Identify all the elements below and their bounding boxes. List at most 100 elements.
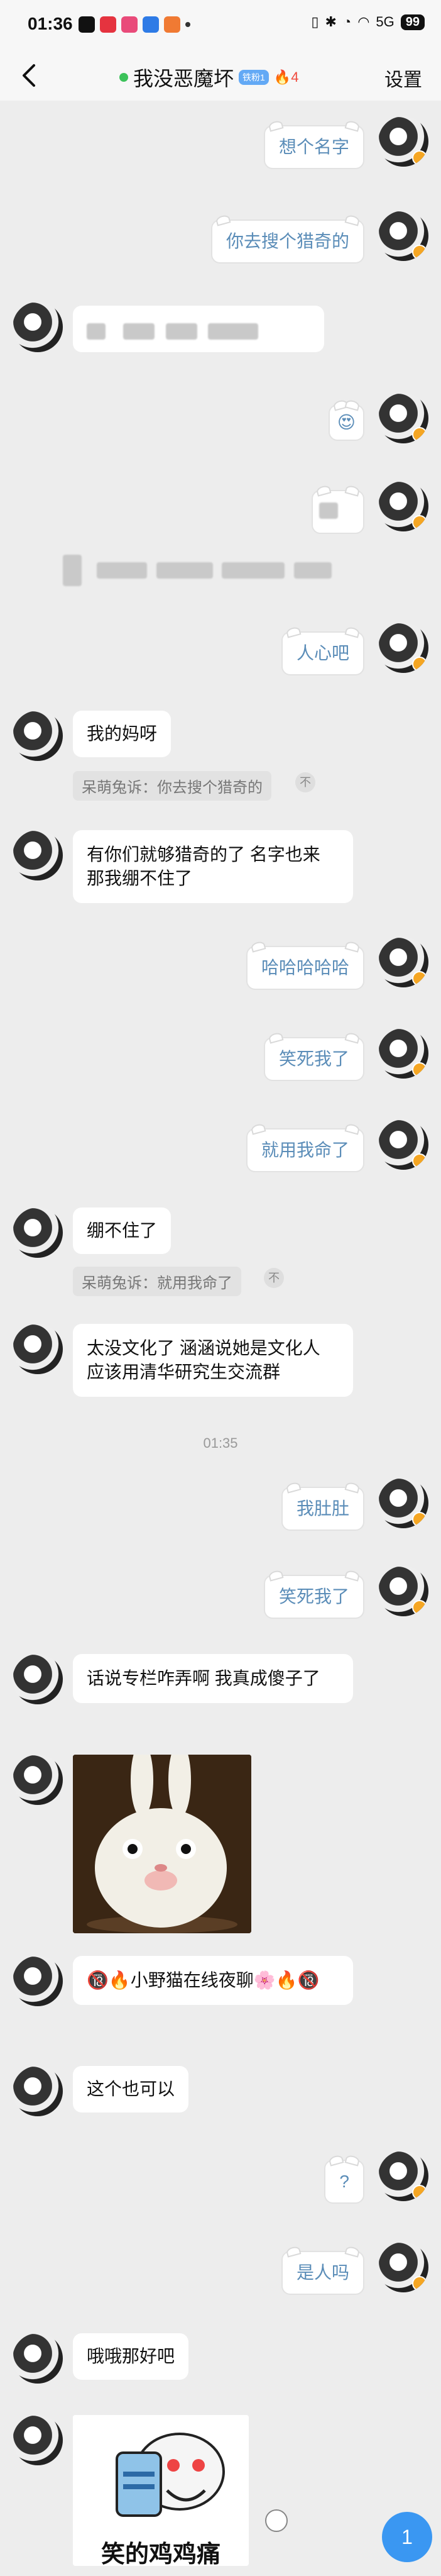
- vip-badge-icon: [412, 2185, 427, 2200]
- message-bubble[interactable]: 想个名字: [263, 125, 364, 169]
- message-bubble-emoji[interactable]: 😍: [328, 404, 364, 441]
- battery-icon: 99: [400, 14, 425, 30]
- avatar[interactable]: [378, 1478, 428, 1528]
- laughing-sticker-icon: [73, 2415, 249, 2534]
- app-icon-orange: [164, 16, 180, 33]
- avatar[interactable]: [13, 1654, 63, 1704]
- redacted-block: [122, 323, 155, 340]
- avatar[interactable]: [378, 623, 428, 673]
- message-bubble[interactable]: 就用我命了: [246, 1128, 364, 1172]
- avatar[interactable]: [378, 481, 428, 531]
- fire-streak-icon: 🔥4: [273, 69, 299, 85]
- vip-badge-icon: [412, 427, 427, 442]
- avatar[interactable]: [13, 1755, 63, 1805]
- status-app-icons: [79, 16, 190, 33]
- app-icon-blue: [143, 16, 159, 33]
- avatar[interactable]: [378, 937, 428, 987]
- avatar[interactable]: [13, 302, 63, 352]
- message-bubble[interactable]: 我肚肚: [281, 1487, 364, 1531]
- message-bubble[interactable]: 哦哦那好吧: [73, 2333, 189, 2380]
- recall-icon[interactable]: [265, 2509, 288, 2532]
- message-bubble[interactable]: 你去搜个猎奇的: [210, 219, 364, 264]
- avatar[interactable]: [13, 1956, 63, 2006]
- quote-close-icon[interactable]: 不: [295, 772, 315, 792]
- system-icons: ▯ ✱ ◔ ◠ 5G 99: [311, 14, 425, 30]
- vip-badge-icon: [412, 657, 427, 672]
- status-bar: 01:36 ▯ ✱ ◔ ◠ 5G 99: [0, 0, 441, 50]
- quote-close-icon[interactable]: 不: [264, 1268, 284, 1288]
- dot-icon: [185, 22, 190, 27]
- app-icon-red: [100, 16, 116, 33]
- redacted-block: [156, 562, 213, 579]
- sticker-caption: 笑的鸡鸡痛: [101, 2541, 220, 2566]
- message-bubble[interactable]: 绷不住了: [73, 1208, 172, 1254]
- message-bubble[interactable]: 哈哈哈哈哈: [246, 946, 364, 990]
- message-bubble[interactable]: 笑死我了: [263, 1575, 364, 1619]
- avatar[interactable]: [378, 1028, 428, 1079]
- message-redacted-wide[interactable]: [63, 555, 371, 592]
- sticker-image[interactable]: 笑的鸡鸡痛: [73, 2415, 249, 2566]
- unread-count-button[interactable]: 1: [382, 2512, 432, 2562]
- message-bubble[interactable]: 是人吗: [281, 2251, 364, 2295]
- avatar[interactable]: [378, 116, 428, 167]
- message-bubble[interactable]: 笑死我了: [263, 1037, 364, 1081]
- avatar[interactable]: [13, 830, 63, 880]
- avatar[interactable]: [378, 2151, 428, 2201]
- vip-badge-icon: [412, 1153, 427, 1169]
- vibrate-icon: ▯: [311, 14, 319, 30]
- chat-title-group[interactable]: 我没恶魔坏 铁粉1 🔥4: [119, 63, 298, 92]
- avatar[interactable]: [378, 393, 428, 443]
- app-icon-pink: [121, 16, 138, 33]
- vip-badge-icon: [412, 2276, 427, 2291]
- avatar[interactable]: [378, 1119, 428, 1170]
- avatar[interactable]: [378, 211, 428, 261]
- vip-badge-icon: [412, 1062, 427, 1077]
- redacted-block: [293, 562, 332, 579]
- message-bubble[interactable]: 话说专栏咋弄啊 我真成傻子了: [73, 1654, 353, 1703]
- avatar[interactable]: [13, 2066, 63, 2116]
- vip-badge-icon: [412, 1600, 427, 1615]
- wifi-icon: ◠: [357, 14, 370, 30]
- vip-badge-icon: [412, 1512, 427, 1527]
- message-bubble[interactable]: 太没文化了 涵涵说她是文化人 应该用清华研究生交流群: [73, 1324, 353, 1397]
- message-bubble[interactable]: 🔞🔥小野猫在线夜聊🌸🔥🔞: [73, 1956, 353, 2005]
- avatar[interactable]: [378, 2242, 428, 2292]
- avatar[interactable]: [13, 2333, 63, 2384]
- vip-badge-icon: [412, 150, 427, 165]
- bluetooth-icon: ✱: [325, 14, 337, 30]
- message-bubble[interactable]: ?: [324, 2160, 364, 2204]
- avatar[interactable]: [13, 1208, 63, 1258]
- chat-title: 我没恶魔坏: [133, 67, 234, 90]
- redacted-block: [87, 323, 106, 340]
- timestamp: 01:35: [203, 1435, 238, 1451]
- alarm-icon: ◔: [342, 14, 352, 30]
- fan-level-badge: 铁粉1: [239, 70, 269, 85]
- quoted-reply[interactable]: 呆萌兔诉：你去搜个猎奇的: [73, 771, 271, 801]
- back-arrow-icon[interactable]: [16, 62, 41, 89]
- vip-badge-icon: [412, 971, 427, 986]
- redacted-block: [63, 555, 82, 586]
- message-bubble[interactable]: 我的妈呀: [73, 711, 172, 757]
- redacted-block: [222, 562, 285, 579]
- message-bubble[interactable]: 这个也可以: [73, 2066, 189, 2112]
- message-bubble[interactable]: 人心吧: [281, 631, 364, 675]
- avatar[interactable]: [378, 1566, 428, 1616]
- redacted-block: [97, 562, 148, 579]
- quoted-reply[interactable]: 呆萌兔诉：就用我命了: [73, 1267, 241, 1296]
- avatar[interactable]: [13, 1324, 63, 1374]
- chat-header: 我没恶魔坏 铁粉1 🔥4 设置: [0, 50, 441, 101]
- redacted-block: [208, 323, 259, 340]
- settings-button[interactable]: 设置: [384, 64, 422, 92]
- sticker-image[interactable]: [73, 1755, 251, 1933]
- message-bubble[interactable]: 有你们就够猎奇的了 名字也来 那我绷不住了: [73, 830, 353, 903]
- redacted-block: [319, 502, 338, 519]
- message-bubble-redacted[interactable]: [73, 306, 324, 352]
- avatar[interactable]: [13, 711, 63, 761]
- rabbit-sticker-icon: [73, 1755, 251, 1933]
- message-bubble-redacted[interactable]: [312, 490, 364, 534]
- avatar[interactable]: [13, 2415, 63, 2465]
- vip-badge-icon: [412, 515, 427, 530]
- tiktok-icon: [79, 16, 95, 33]
- status-time: 01:36: [28, 14, 73, 33]
- redacted-block: [165, 323, 197, 340]
